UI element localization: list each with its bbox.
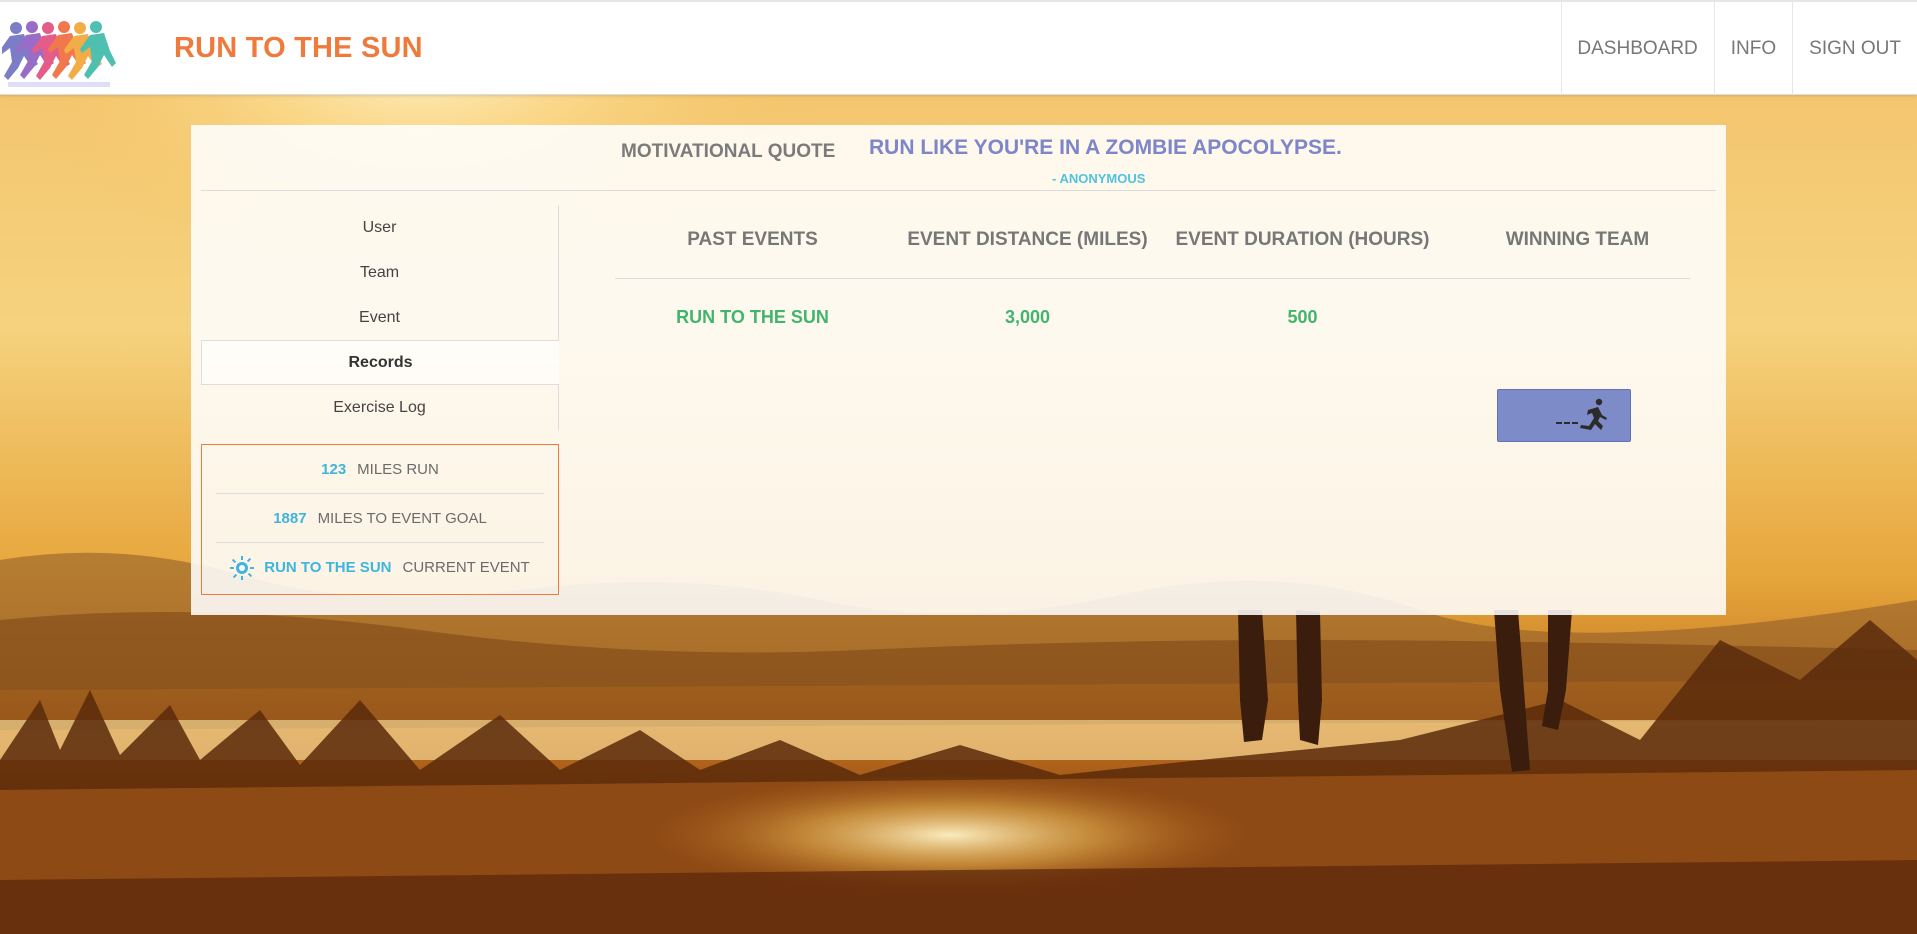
sidebar-item-records[interactable]: Records <box>201 340 559 385</box>
running-man-icon <box>1556 398 1607 430</box>
sidebar-item-user[interactable]: User <box>201 205 559 250</box>
brand-title[interactable]: RUN TO THE SUN <box>174 32 423 65</box>
quote-author: - ANONYMOUS <box>1052 171 1146 186</box>
runners-logo-icon[interactable] <box>2 18 116 88</box>
cell-event-name: RUN TO THE SUN <box>676 307 829 327</box>
side-nav: User Team Event Records Exercise Log <box>201 205 559 430</box>
sidebar-item-team[interactable]: Team <box>201 250 559 295</box>
sidebar-item-exercise-log[interactable]: Exercise Log <box>201 385 559 430</box>
miles-to-goal-label: MILES TO EVENT GOAL <box>317 509 487 527</box>
sidebar-item-event[interactable]: Event <box>201 295 559 340</box>
nav-dashboard[interactable]: DASHBOARD <box>1561 2 1713 95</box>
current-event-value[interactable]: RUN TO THE SUN <box>264 559 391 576</box>
records-panel: MOTIVATIONAL QUOTE RUN LIKE YOU'RE IN A … <box>191 125 1726 615</box>
cell-distance: 3,000 <box>1004 307 1051 327</box>
stats-box: 123 MILES RUN 1887 MILES TO EVENT GOAL R… <box>201 444 559 595</box>
miles-to-goal-value: 1887 <box>273 509 307 527</box>
nav-info[interactable]: INFO <box>1713 2 1792 95</box>
miles-run-value: 123 <box>321 460 347 478</box>
stat-miles-run: 123 MILES RUN <box>216 445 544 494</box>
col-past-events: PAST EVENTS <box>687 229 818 250</box>
quote-text: RUN LIKE YOU'RE IN A ZOMBIE APOCOLYPSE. <box>869 136 1342 159</box>
nav-sign-out[interactable]: SIGN OUT <box>1792 2 1917 95</box>
col-event-distance: EVENT DISTANCE (MILES) <box>907 229 1148 250</box>
col-winning-team: WINNING TEAM <box>1505 229 1650 250</box>
sun-icon <box>230 555 255 580</box>
stat-current-event: RUN TO THE SUN CURRENT EVENT <box>216 543 544 592</box>
col-event-duration: EVENT DURATION (HOURS) <box>1175 229 1430 250</box>
current-event-label: CURRENT EVENT <box>402 559 530 576</box>
table-header: PAST EVENTS EVENT DISTANCE (MILES) EVENT… <box>615 205 1690 279</box>
cell-duration: 500 <box>1287 307 1318 327</box>
motivational-quote: MOTIVATIONAL QUOTE RUN LIKE YOU'RE IN A … <box>201 125 1716 191</box>
miles-run-label: MILES RUN <box>357 460 439 478</box>
winning-team-badge[interactable] <box>1497 389 1631 442</box>
stat-miles-to-goal: 1887 MILES TO EVENT GOAL <box>216 494 544 543</box>
nav-links: DASHBOARD INFO SIGN OUT <box>1561 2 1917 95</box>
quote-label: MOTIVATIONAL QUOTE <box>621 141 836 162</box>
top-navbar: RUN TO THE SUN DASHBOARD INFO SIGN OUT <box>0 0 1917 95</box>
